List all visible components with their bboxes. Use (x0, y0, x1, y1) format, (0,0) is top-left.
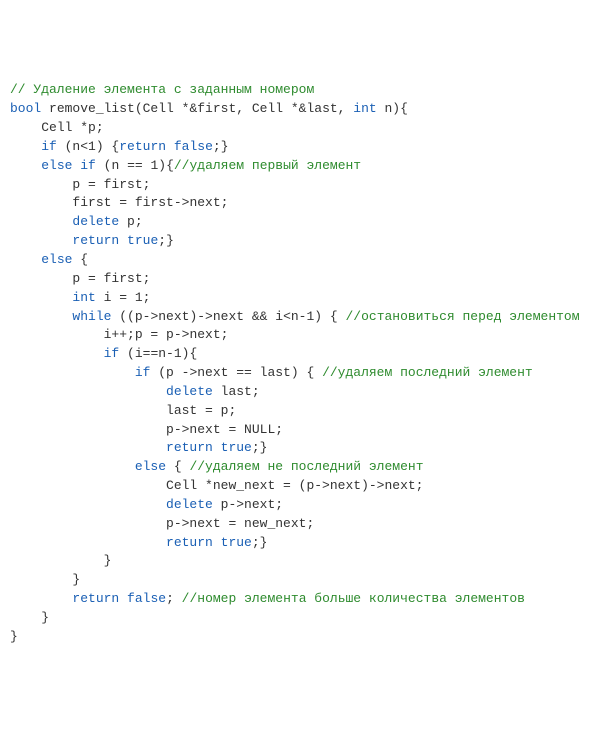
code-line: // Удаление элемента с заданным номером (10, 81, 583, 100)
code-token: true (221, 440, 252, 455)
code-line: while ((p->next)->next && i<n-1) { //ост… (10, 308, 583, 327)
code-token: while (72, 309, 111, 324)
code-token: return (166, 440, 213, 455)
code-token: (n<1) { (57, 139, 119, 154)
code-token: i = 1; (96, 290, 151, 305)
code-line: } (10, 609, 583, 628)
code-line: if (p ->next == last) { //удаляем послед… (10, 364, 583, 383)
code-token: p = first; (72, 177, 150, 192)
code-line: return false; //номер элемента больше ко… (10, 590, 583, 609)
code-token: return (119, 139, 166, 154)
code-line: return true;} (10, 439, 583, 458)
code-token: (n == 1){ (96, 158, 174, 173)
code-token: false (174, 139, 213, 154)
code-line: bool remove_list(Cell *&first, Cell *&la… (10, 100, 583, 119)
code-token: (p ->next == last) { (150, 365, 322, 380)
code-token: ;} (158, 233, 174, 248)
code-token: { (166, 459, 189, 474)
code-token: //удаляем первый элемент (174, 158, 361, 173)
code-token: last; (213, 384, 260, 399)
code-line: delete p->next; (10, 496, 583, 515)
code-token: } (104, 553, 112, 568)
code-token: if (135, 365, 151, 380)
code-token: ;} (213, 139, 229, 154)
code-token: Cell *new_next = (p->next)->next; (166, 478, 423, 493)
code-line: delete last; (10, 383, 583, 402)
code-line: p = first; (10, 176, 583, 195)
code-token: { (72, 252, 88, 267)
code-token (166, 139, 174, 154)
code-token: first = first->next; (72, 195, 228, 210)
code-token: p; (119, 214, 142, 229)
code-token (213, 535, 221, 550)
code-token: bool (10, 101, 41, 116)
code-token: ;} (252, 535, 268, 550)
code-line: } (10, 571, 583, 590)
code-token: false (127, 591, 166, 606)
code-token: delete (166, 497, 213, 512)
code-token: i++;p = p->next; (104, 327, 229, 342)
code-line: else if (n == 1){//удаляем первый элемен… (10, 157, 583, 176)
code-token: else (41, 252, 72, 267)
code-line: else { //удаляем не последний элемент (10, 458, 583, 477)
code-token: n){ (377, 101, 408, 116)
code-token: if (80, 158, 96, 173)
code-token: p->next = NULL; (166, 422, 283, 437)
code-token: return (72, 591, 119, 606)
code-token: remove_list(Cell *&first, Cell *&last, (41, 101, 353, 116)
code-token: } (72, 572, 80, 587)
code-line: first = first->next; (10, 194, 583, 213)
code-token: //остановиться перед элементом (345, 309, 579, 324)
code-token: delete (72, 214, 119, 229)
code-token: true (221, 535, 252, 550)
code-token: if (104, 346, 120, 361)
code-token: (i==n-1){ (119, 346, 197, 361)
code-token: //удаляем последний элемент (322, 365, 533, 380)
code-line: if (n<1) {return false;} (10, 138, 583, 157)
code-line: if (i==n-1){ (10, 345, 583, 364)
code-line: delete p; (10, 213, 583, 232)
code-token (213, 440, 221, 455)
code-token (119, 591, 127, 606)
code-token: return (72, 233, 119, 248)
code-token (119, 233, 127, 248)
code-line: } (10, 628, 583, 647)
code-line: last = p; (10, 402, 583, 421)
code-token: p->next; (213, 497, 283, 512)
code-token: int (353, 101, 376, 116)
code-line: return true;} (10, 232, 583, 251)
code-line: Cell *p; (10, 119, 583, 138)
code-line: } (10, 552, 583, 571)
code-token: else (41, 158, 72, 173)
code-token: p->next = new_next; (166, 516, 314, 531)
code-token: //удаляем не последний элемент (189, 459, 423, 474)
code-line: p = first; (10, 270, 583, 289)
code-token: ; (166, 591, 182, 606)
code-token: } (10, 629, 18, 644)
code-token: int (72, 290, 95, 305)
code-block: // Удаление элемента с заданным номером b… (10, 81, 583, 646)
code-token: ((p->next)->next && i<n-1) { (111, 309, 345, 324)
code-token: if (41, 139, 57, 154)
code-line: return true;} (10, 534, 583, 553)
code-line: else { (10, 251, 583, 270)
code-token: ;} (252, 440, 268, 455)
code-token: else (135, 459, 166, 474)
code-token: delete (166, 384, 213, 399)
code-token: last = p; (166, 403, 236, 418)
code-token: return (166, 535, 213, 550)
code-line: p->next = new_next; (10, 515, 583, 534)
code-line: p->next = NULL; (10, 421, 583, 440)
code-line: i++;p = p->next; (10, 326, 583, 345)
code-token: } (41, 610, 49, 625)
code-token: //номер элемента больше количества элеме… (182, 591, 525, 606)
code-line: int i = 1; (10, 289, 583, 308)
code-token: Cell *p; (41, 120, 103, 135)
code-token: p = first; (72, 271, 150, 286)
code-token: true (127, 233, 158, 248)
code-line: Cell *new_next = (p->next)->next; (10, 477, 583, 496)
code-token: // Удаление элемента с заданным номером (10, 82, 314, 97)
